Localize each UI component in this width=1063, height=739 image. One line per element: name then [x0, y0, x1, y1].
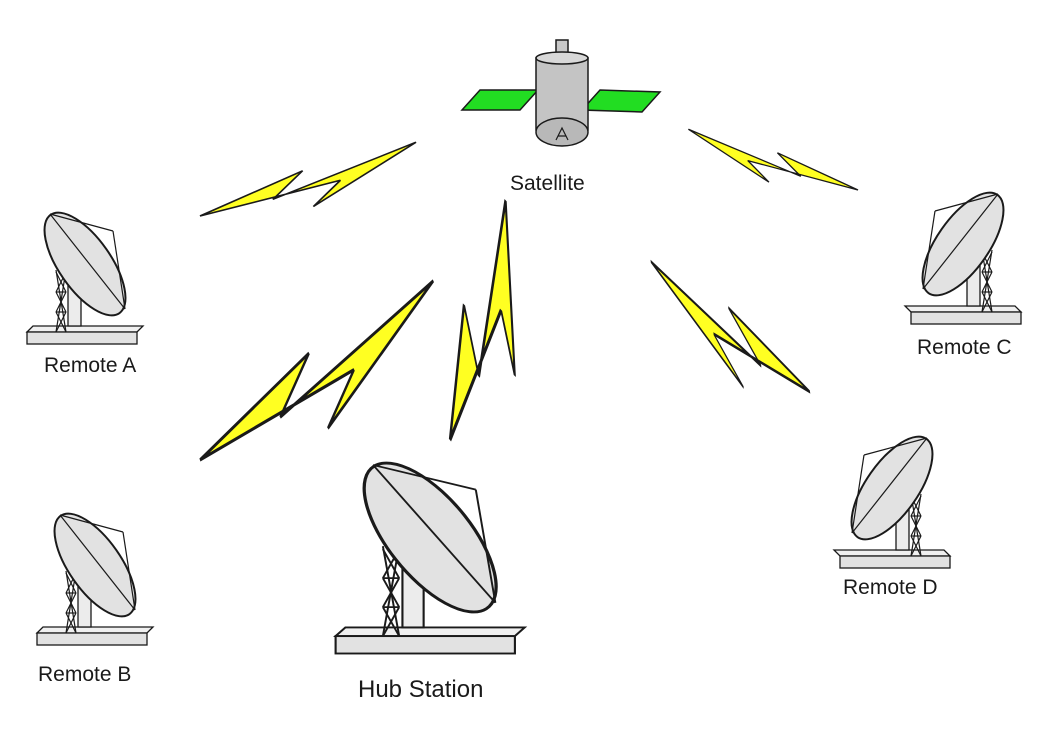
remote-b-dish — [36, 499, 154, 646]
remote-d-label: Remote D — [843, 576, 938, 599]
remote-b-label: Remote B — [38, 663, 132, 686]
link-remote-b — [184, 279, 449, 462]
link-remote-c — [687, 128, 859, 191]
remote-d-dish — [833, 422, 951, 569]
network-diagram — [26, 39, 1022, 656]
satellite — [460, 39, 662, 147]
link-remote-d — [649, 228, 812, 425]
solar-panel-left — [460, 89, 540, 111]
link-remote-a — [199, 141, 417, 217]
remote-a-label: Remote A — [44, 354, 137, 377]
satellite-label: Satellite — [510, 172, 585, 195]
remote-a-dish — [26, 198, 144, 345]
solar-panel-right — [580, 89, 662, 113]
hub-station-label: Hub Station — [358, 676, 484, 703]
remote-c-label: Remote C — [917, 336, 1012, 359]
remote-c-dish — [904, 178, 1022, 325]
hub-station-dish — [333, 442, 527, 656]
